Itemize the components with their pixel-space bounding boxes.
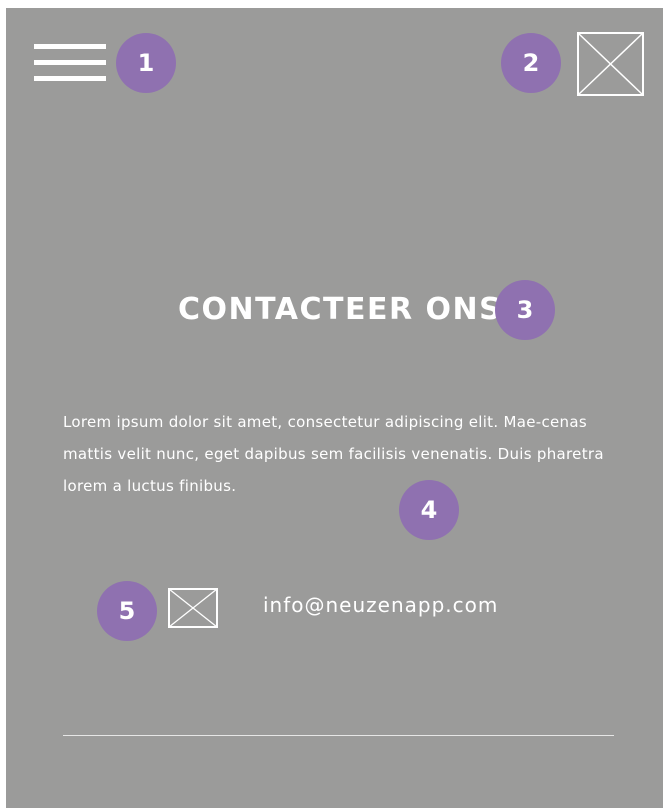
annotation-badge-1: 1 xyxy=(116,33,176,93)
menu-bar xyxy=(34,44,106,49)
annotation-badge-2: 2 xyxy=(501,33,561,93)
divider xyxy=(63,735,614,736)
email-link[interactable]: info@neuzenapp.com xyxy=(263,593,498,617)
annotation-badge-4: 4 xyxy=(399,480,459,540)
annotation-badge-5: 5 xyxy=(97,581,157,641)
hamburger-menu-icon[interactable] xyxy=(34,44,106,82)
page-title: CONTACTEER ONS xyxy=(178,292,503,327)
screen: 1 2 CONTACTEER ONS 3 Lorem ipsum dolor s… xyxy=(6,8,663,808)
menu-bar xyxy=(34,60,106,65)
intro-paragraph: Lorem ipsum dolor sit amet, consectetur … xyxy=(63,413,604,495)
menu-bar xyxy=(34,76,106,81)
mail-placeholder-icon xyxy=(168,588,218,628)
logo-placeholder-icon[interactable] xyxy=(577,32,644,96)
annotation-badge-3: 3 xyxy=(495,280,555,340)
